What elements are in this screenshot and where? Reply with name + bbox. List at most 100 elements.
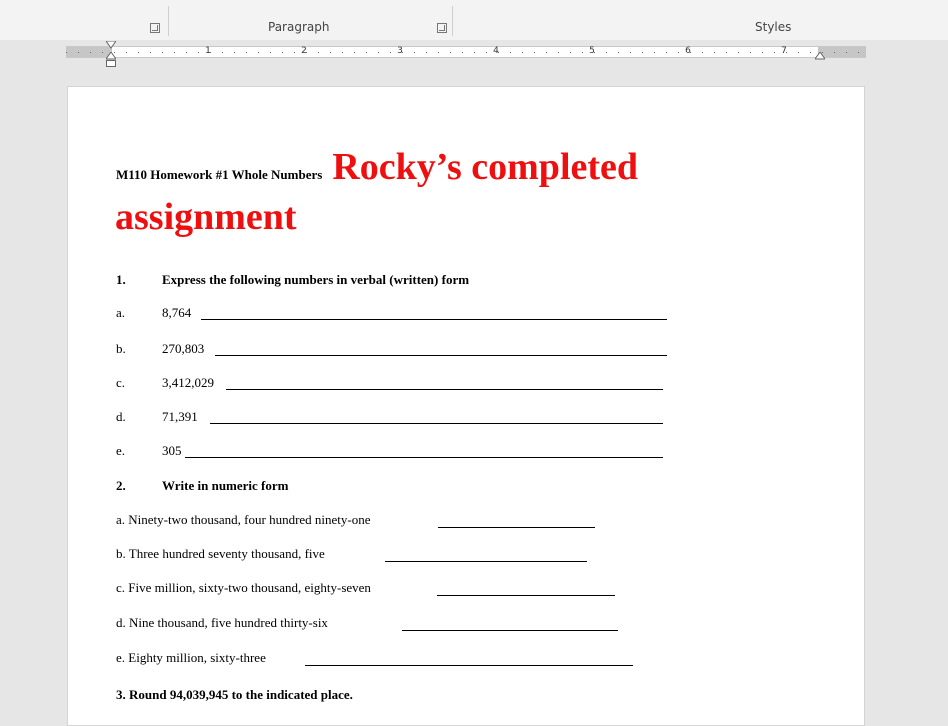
question-number: 1. <box>116 272 126 287</box>
ruler-tick <box>414 52 415 53</box>
ruler-tick <box>726 52 727 53</box>
ruler-tick <box>78 52 79 53</box>
ruler-tick <box>462 52 463 53</box>
ruler-tick <box>90 52 91 53</box>
ruler-tick <box>558 52 559 53</box>
ruler-number: 2 <box>301 46 307 56</box>
ruler-tick <box>282 52 283 53</box>
ruler-tick <box>438 52 439 53</box>
ruler-tick <box>630 52 631 53</box>
ruler-tick <box>198 52 199 53</box>
ruler-tick <box>474 52 475 53</box>
ruler-number: 6 <box>685 46 691 56</box>
answer-blank[interactable] <box>201 319 667 320</box>
completed-title: Rocky’s completed <box>332 146 639 188</box>
ruler-tick <box>450 52 451 53</box>
left-indent-icon[interactable] <box>106 60 116 67</box>
ruler-tick <box>534 52 535 53</box>
list-item: c. Five million, sixty-two thousand, eig… <box>116 580 371 595</box>
item-value: 71,391 <box>162 409 198 424</box>
question-text: Write in numeric form <box>162 478 289 493</box>
ribbon-separator <box>168 6 169 36</box>
ruler-tick <box>714 52 715 53</box>
ruler-tick <box>642 52 643 53</box>
ruler-tick <box>666 52 667 53</box>
list-item: b. Three hundred seventy thousand, five <box>116 546 325 561</box>
item-value: 270,803 <box>162 341 205 356</box>
list-item: d. Nine thousand, five hundred thirty-si… <box>116 615 328 630</box>
question-text: Express the following numbers in verbal … <box>162 272 470 287</box>
item-value: 8,764 <box>162 305 192 320</box>
ruler-tick <box>846 52 847 53</box>
styles-group-label: Styles <box>755 20 792 34</box>
ruler-tick <box>834 52 835 53</box>
paragraph-group-label: Paragraph <box>268 20 330 34</box>
ruler-tick <box>618 52 619 53</box>
ruler-tick <box>678 52 679 53</box>
ruler-tick <box>354 52 355 53</box>
ruler-tick <box>426 52 427 53</box>
ruler-tick <box>102 52 103 53</box>
ruler-tick <box>162 52 163 53</box>
hanging-indent-icon[interactable] <box>106 52 116 60</box>
item-label: a. <box>116 305 126 320</box>
ruler-tick <box>606 52 607 53</box>
answer-blank[interactable] <box>385 561 587 562</box>
ruler-tick <box>66 52 67 53</box>
answer-blank[interactable] <box>402 630 618 631</box>
ruler-tick <box>798 52 799 53</box>
right-indent-icon[interactable] <box>815 52 825 60</box>
answer-blank[interactable] <box>305 665 633 666</box>
first-line-indent-icon[interactable] <box>106 41 116 49</box>
ruler-tick <box>234 52 235 53</box>
ruler-tick <box>810 52 811 53</box>
answer-blank[interactable] <box>210 423 663 424</box>
ruler-tick <box>762 52 763 53</box>
ruler-number: 4 <box>493 46 499 56</box>
ruler-number: 3 <box>397 46 403 56</box>
answer-blank[interactable] <box>185 457 663 458</box>
answer-blank[interactable] <box>437 595 615 596</box>
ruler-tick <box>330 52 331 53</box>
ruler-tick <box>186 52 187 53</box>
ruler-tick <box>222 52 223 53</box>
ruler-tick <box>390 52 391 53</box>
answer-blank[interactable] <box>215 355 667 356</box>
item-label: d. <box>116 409 126 424</box>
ruler-tick <box>750 52 751 53</box>
question-3: 3. Round 94,039,945 to the indicated pla… <box>116 687 353 702</box>
ruler-tick <box>510 52 511 53</box>
item-label: e. <box>116 443 126 458</box>
ribbon-separator <box>452 6 453 36</box>
ruler-tick <box>258 52 259 53</box>
ruler-tick <box>546 52 547 53</box>
font-dialog-launcher-icon[interactable] <box>150 23 160 33</box>
homework-title: M110 Homework #1 Whole Numbers <box>116 167 323 182</box>
item-label: c. <box>116 375 126 390</box>
ruler-tick <box>582 52 583 53</box>
horizontal-ruler[interactable]: 1 2 3 4 5 6 7 <box>66 46 866 58</box>
assignment-title: assignment <box>115 196 297 238</box>
ruler-tick <box>270 52 271 53</box>
answer-blank[interactable] <box>438 527 595 528</box>
answer-blank[interactable] <box>226 389 663 390</box>
ruler-tick <box>858 52 859 53</box>
ruler-tick <box>774 52 775 53</box>
ruler-tick <box>246 52 247 53</box>
ruler-number: 1 <box>205 46 211 56</box>
ruler-tick <box>738 52 739 53</box>
ribbon-group-bar: Paragraph Styles <box>0 0 948 41</box>
ruler-number: 5 <box>589 46 595 56</box>
ruler-tick <box>486 52 487 53</box>
paragraph-dialog-launcher-icon[interactable] <box>437 23 447 33</box>
ruler-tick <box>318 52 319 53</box>
ruler-tick <box>522 52 523 53</box>
ruler-tick <box>366 52 367 53</box>
ruler-tick <box>654 52 655 53</box>
item-value: 305 <box>162 443 182 458</box>
ruler-tick <box>378 52 379 53</box>
list-item: e. Eighty million, sixty-three <box>116 650 266 665</box>
ruler-tick <box>702 52 703 53</box>
document-page[interactable]: M110 Homework #1 Whole Numbers Rocky’s co… <box>67 86 865 726</box>
document-title-line: M110 Homework #1 Whole Numbers Rocky’s co… <box>116 145 638 189</box>
